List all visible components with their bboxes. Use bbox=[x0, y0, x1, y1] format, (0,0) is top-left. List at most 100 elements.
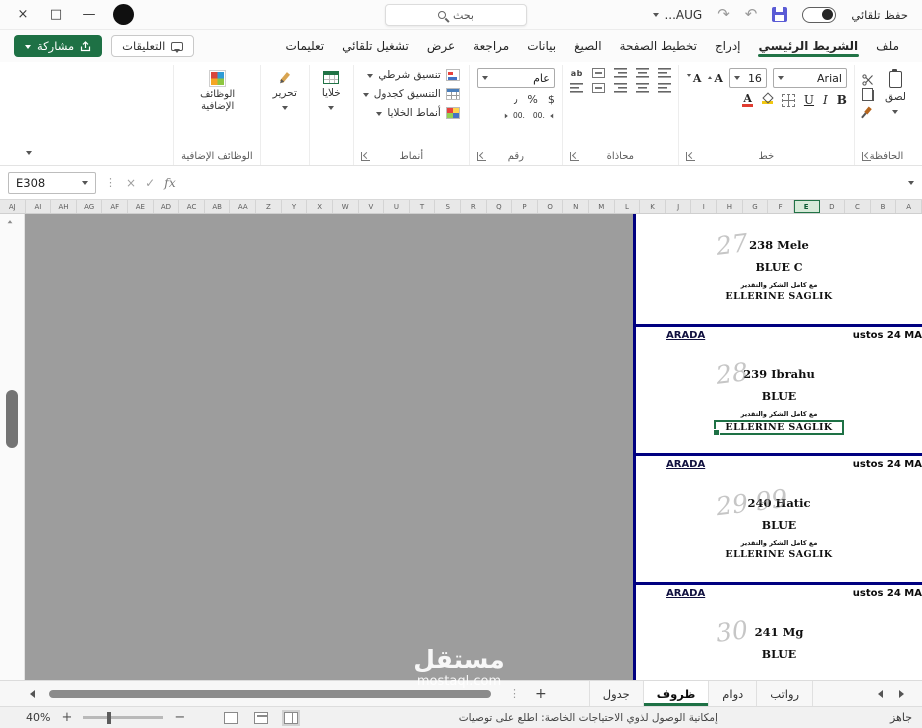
insert-function-icon[interactable]: fx bbox=[164, 175, 176, 190]
format-painter-icon[interactable] bbox=[864, 106, 872, 115]
column-header-AI[interactable]: AI bbox=[26, 200, 52, 213]
page-layout-view-icon[interactable] bbox=[254, 711, 269, 724]
ribbon-tab[interactable]: الشريط الرئيسي bbox=[750, 33, 868, 59]
close-button[interactable]: × bbox=[14, 7, 32, 22]
column-header-Y[interactable]: Y bbox=[282, 200, 308, 213]
record-240[interactable]: 29 99 240 Hatic BLUE مع كامل الشكر والتقدير… bbox=[636, 472, 922, 582]
sheet-tab[interactable]: دوام bbox=[708, 681, 756, 706]
style-menu-item[interactable]: تنسيق شرطي bbox=[361, 68, 462, 82]
formula-input[interactable] bbox=[185, 172, 899, 194]
grow-font-button[interactable]: A bbox=[707, 72, 723, 85]
sheet-tab[interactable]: رواتب bbox=[756, 681, 814, 706]
ribbon-tab[interactable]: مراجعة bbox=[464, 33, 518, 59]
column-header-I[interactable]: I bbox=[691, 200, 718, 213]
column-header-R[interactable]: R bbox=[461, 200, 487, 213]
column-header-A[interactable]: A bbox=[896, 200, 922, 213]
column-header-H[interactable]: H bbox=[717, 200, 743, 213]
comma-button[interactable]: ٫ bbox=[514, 93, 518, 106]
increase-decimal-button[interactable]: .00 bbox=[533, 111, 555, 120]
ribbon-tab[interactable]: ملف bbox=[867, 33, 908, 59]
borders-icon[interactable] bbox=[781, 93, 795, 107]
dialog-launcher-icon[interactable] bbox=[685, 152, 695, 161]
column-header-P[interactable]: P bbox=[512, 200, 538, 213]
wrap-text-icon[interactable]: ab bbox=[571, 69, 583, 78]
sheet-tab[interactable]: جدول bbox=[588, 681, 643, 706]
ribbon-tab[interactable]: الصيغ bbox=[565, 33, 610, 59]
column-header-S[interactable]: S bbox=[435, 200, 461, 213]
column-header-L[interactable]: L bbox=[615, 200, 641, 213]
decrease-decimal-button[interactable]: .00 bbox=[503, 111, 525, 120]
column-header-W[interactable]: W bbox=[333, 200, 359, 213]
column-header-N[interactable]: N bbox=[563, 200, 590, 213]
undo-icon[interactable]: ↶ bbox=[745, 7, 758, 22]
ribbon-tab[interactable]: إدراج bbox=[706, 33, 750, 59]
zoom-out-button[interactable]: − bbox=[174, 710, 185, 725]
accessibility-status[interactable]: إمكانية الوصول لذوي الاحتياجات الخاصة: ا… bbox=[459, 712, 718, 724]
column-header-J[interactable]: J bbox=[666, 200, 692, 213]
merge-center-icon[interactable] bbox=[591, 83, 605, 93]
enter-entry-icon[interactable]: ✓ bbox=[145, 176, 155, 190]
dialog-launcher-icon[interactable] bbox=[569, 152, 579, 161]
expand-formula-bar-icon[interactable] bbox=[908, 181, 914, 188]
horizontal-scrollbar-thumb[interactable] bbox=[49, 689, 491, 698]
column-header-X[interactable]: X bbox=[307, 200, 333, 213]
record-239[interactable]: 28 239 Ibrahu BLUE مع كامل الشكر والتقدير EL… bbox=[636, 343, 922, 453]
paste-button[interactable]: لصق bbox=[880, 68, 911, 120]
ribbon-tab[interactable]: تخطيط الصفحة bbox=[611, 33, 706, 59]
vertical-scrollbar-thumb[interactable] bbox=[6, 390, 18, 448]
bold-button[interactable]: B bbox=[837, 93, 847, 107]
normal-view-icon[interactable] bbox=[224, 711, 239, 724]
zoom-slider-thumb[interactable] bbox=[107, 711, 112, 724]
italic-button[interactable]: I bbox=[823, 93, 828, 107]
column-header-O[interactable]: O bbox=[538, 200, 564, 213]
ribbon-tab[interactable]: عرض bbox=[418, 33, 464, 59]
column-header-AB[interactable]: AB bbox=[205, 200, 231, 213]
search-input[interactable]: بحث bbox=[385, 4, 527, 26]
autosave-toggle[interactable] bbox=[802, 6, 837, 23]
scroll-sheets-left-icon[interactable] bbox=[26, 689, 35, 698]
column-header-AD[interactable]: AD bbox=[154, 200, 180, 213]
zoom-in-button[interactable]: + bbox=[61, 710, 72, 725]
column-header-F[interactable]: F bbox=[768, 200, 794, 213]
column-header-AH[interactable]: AH bbox=[51, 200, 77, 213]
save-icon[interactable] bbox=[772, 7, 788, 22]
printed-page-column[interactable]: 27 238 Mele BLUE C مع كامل الشكر والتقدير EL… bbox=[633, 214, 922, 680]
column-header-T[interactable]: T bbox=[410, 200, 436, 213]
fill-color-icon[interactable] bbox=[761, 96, 773, 104]
dialog-launcher-icon[interactable] bbox=[476, 152, 486, 161]
column-header-K[interactable]: K bbox=[640, 200, 666, 213]
number-format-combo[interactable]: عام bbox=[476, 68, 555, 88]
column-header-U[interactable]: U bbox=[384, 200, 410, 213]
cancel-entry-icon[interactable]: × bbox=[126, 176, 136, 190]
comments-button[interactable]: التعليقات bbox=[111, 35, 195, 57]
font-name-combo[interactable]: Arial bbox=[772, 68, 847, 88]
column-header-AC[interactable]: AC bbox=[179, 200, 205, 213]
column-header-C[interactable]: C bbox=[845, 200, 871, 213]
font-size-combo[interactable]: 16 bbox=[728, 68, 767, 88]
zoom-level[interactable]: 40% bbox=[26, 711, 50, 724]
collapse-ribbon-icon[interactable] bbox=[26, 151, 32, 158]
align-right-icon[interactable] bbox=[657, 83, 671, 93]
vertical-scrollbar[interactable] bbox=[0, 214, 25, 680]
column-header-Q[interactable]: Q bbox=[487, 200, 513, 213]
column-header-V[interactable]: V bbox=[359, 200, 385, 213]
new-sheet-button[interactable]: + bbox=[535, 686, 547, 702]
align-bottom-icon[interactable] bbox=[613, 68, 627, 78]
currency-button[interactable]: $ bbox=[548, 93, 555, 106]
column-header-Z[interactable]: Z bbox=[256, 200, 282, 213]
scroll-up-icon[interactable] bbox=[7, 218, 13, 224]
align-center-icon[interactable] bbox=[635, 83, 649, 93]
column-header-G[interactable]: G bbox=[743, 200, 769, 213]
record-241[interactable]: 30 241 Mg BLUE bbox=[636, 601, 922, 680]
align-top-icon[interactable] bbox=[657, 68, 671, 78]
column-header-B[interactable]: B bbox=[871, 200, 897, 213]
column-header-AJ[interactable]: AJ bbox=[0, 200, 26, 213]
align-left-icon[interactable] bbox=[613, 83, 627, 93]
column-header-AF[interactable]: AF bbox=[102, 200, 129, 213]
column-header-AA[interactable]: AA bbox=[230, 200, 257, 213]
maximize-button[interactable]: □ bbox=[47, 7, 65, 22]
column-header-M[interactable]: M bbox=[589, 200, 615, 213]
column-header-AG[interactable]: AG bbox=[77, 200, 103, 213]
indent-icon[interactable] bbox=[569, 83, 583, 93]
horizontal-scrollbar[interactable] bbox=[45, 689, 501, 699]
